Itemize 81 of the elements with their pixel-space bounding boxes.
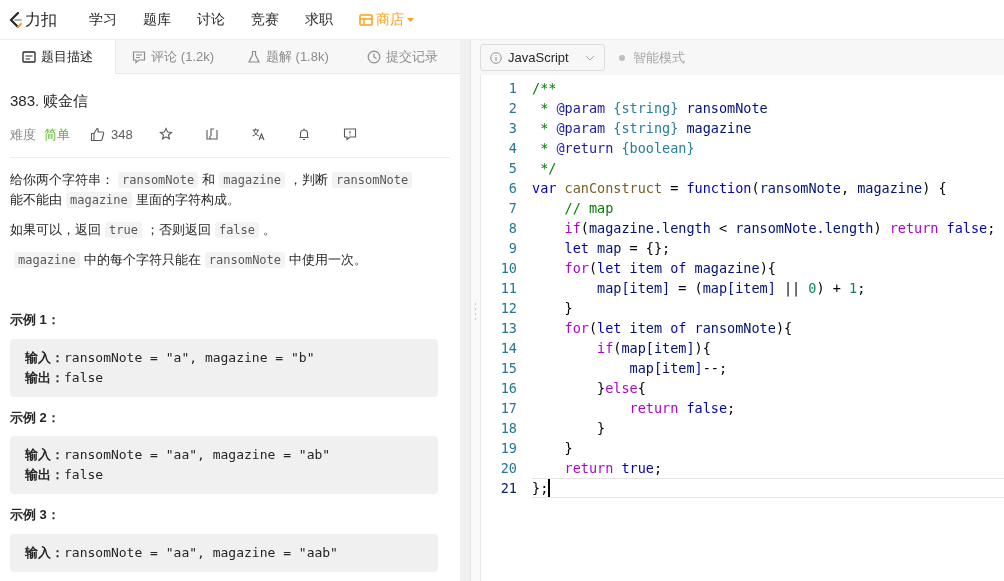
line-number: 19 <box>499 438 517 458</box>
example-title: 示例 1： <box>10 311 61 329</box>
code-line[interactable]: if(magazine.length < ransomNote.length) return false; <box>532 219 996 237</box>
logo-icon[interactable] <box>8 10 22 29</box>
line-number: 21 <box>499 478 517 498</box>
tab[interactable]: 题目描述 <box>0 40 116 74</box>
line-number: 7 <box>507 198 517 218</box>
difficulty-level-text: 简单 <box>44 125 70 144</box>
clock-icon <box>367 49 382 64</box>
code-line[interactable]: return true; <box>532 459 663 477</box>
status-dot-icon <box>618 54 625 61</box>
text-cursor <box>548 479 551 497</box>
thumbs-up-icon <box>90 126 105 142</box>
code-line[interactable]: for(let item of ransomNote){ <box>532 319 793 337</box>
caret-icon <box>407 17 414 22</box>
line-number: 10 <box>499 258 517 278</box>
line-number: 5 <box>507 158 517 178</box>
feedback-icon[interactable] <box>342 127 357 142</box>
card-icon <box>21 50 36 64</box>
code-line[interactable]: } <box>532 439 573 457</box>
code-line[interactable]: */ <box>532 159 557 177</box>
line-number: 12 <box>499 298 517 318</box>
code-line[interactable]: for(let item of magazine){ <box>532 259 776 277</box>
nav-link[interactable]: 学习 <box>89 9 117 30</box>
problem-title: 383. 赎金信 <box>10 91 90 111</box>
scrollbar-track[interactable] <box>460 40 470 581</box>
line-number: 2 <box>507 98 517 118</box>
code-line[interactable]: var canConstruct = function(ransomNote, magazine) { <box>532 179 947 197</box>
code-line[interactable]: * @param {string} ransomNote <box>532 99 768 117</box>
line-number: 16 <box>499 378 517 398</box>
code-line[interactable]: } <box>532 419 606 437</box>
example-block: 输入：ransomNote = "aa", magazine = "ab" 输出：false <box>10 436 438 494</box>
nav-link[interactable]: 求职 <box>305 9 333 30</box>
line-number: 8 <box>507 218 517 238</box>
line-number: 9 <box>507 238 517 258</box>
line-number: 20 <box>499 458 517 478</box>
star-icon[interactable] <box>158 127 173 142</box>
line-number: 17 <box>499 398 517 418</box>
chevron-down-icon <box>584 54 595 61</box>
code-line[interactable]: return false; <box>532 399 736 417</box>
paragraph: magazine 中的每个字符只能在 ransomNote 中使用一次。 <box>10 250 420 270</box>
code-line[interactable]: // map <box>532 199 614 217</box>
info-icon <box>490 51 502 64</box>
line-number: 15 <box>499 358 517 378</box>
comment-icon <box>132 49 147 64</box>
code-line[interactable]: if(map[item]){ <box>532 339 711 357</box>
code-line[interactable]: * @return {boolean} <box>532 139 695 157</box>
example-title: 示例 2： <box>10 408 61 427</box>
line-number: 6 <box>507 178 517 198</box>
example-block: 输入：ransomNote = "a", magazine = "b" 输出：false <box>10 338 438 397</box>
paragraph: 如果可以，返回 true ；否则返回 false 。 <box>10 221 278 240</box>
nav-link[interactable]: 讨论 <box>197 9 225 30</box>
code-line[interactable]: } <box>532 299 573 317</box>
code-line[interactable]: let map = {}; <box>532 239 671 257</box>
nav-link[interactable]: 题库 <box>143 9 171 30</box>
line-number: 11 <box>499 278 517 298</box>
line-number: 3 <box>507 118 517 138</box>
line-number: 13 <box>499 318 517 338</box>
line-number: 18 <box>499 418 517 438</box>
translate-icon[interactable] <box>250 127 265 142</box>
code-line[interactable]: * @param {string} magazine <box>532 119 752 137</box>
code-line[interactable]: }; <box>532 479 549 497</box>
paragraph: 给你两个字符串： ransomNote 和 magazine ，判断 ransomNote 能不能由 magazine 里面的字符构成。 <box>10 170 420 210</box>
flask-icon <box>246 49 261 64</box>
nav-link[interactable]: 竞赛 <box>251 9 279 30</box>
like-button[interactable]: 348 <box>90 124 133 144</box>
difficulty-label: 难度 <box>10 125 36 144</box>
store-icon <box>359 13 373 26</box>
example-block: 输入：ransomNote = "aa", magazine = "aab" <box>10 533 438 572</box>
share-icon[interactable] <box>204 127 219 142</box>
drag-handle-icon[interactable] <box>474 301 477 320</box>
line-number: 1 <box>507 78 517 98</box>
line-number: 14 <box>499 338 517 358</box>
logo-text[interactable]: 力扣 <box>25 7 57 32</box>
language-dropdown[interactable]: JavaScript <box>480 44 605 71</box>
code-line[interactable]: map[item] = (map[item] || 0) + 1; <box>532 279 866 297</box>
example-title: 示例 3： <box>10 506 61 524</box>
code-line[interactable]: map[item]--; <box>532 359 728 377</box>
line-number: 4 <box>507 138 517 158</box>
code-line[interactable]: /** <box>532 79 557 97</box>
code-line[interactable]: }else{ <box>532 379 646 397</box>
